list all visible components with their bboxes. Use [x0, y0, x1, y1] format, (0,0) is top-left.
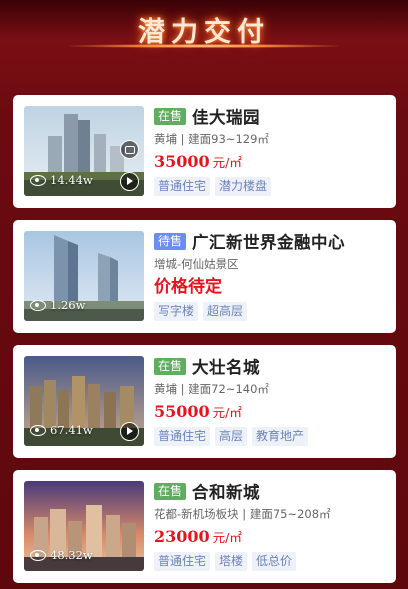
- status-badge: 在售: [154, 482, 187, 500]
- tag: 普通住宅: [154, 177, 211, 196]
- play-video-icon[interactable]: [120, 172, 139, 191]
- play-video-icon[interactable]: [120, 422, 139, 441]
- listing-photo[interactable]: 67.41w: [24, 356, 144, 446]
- listing-name[interactable]: 大壮名城: [192, 354, 260, 378]
- eye-icon: [30, 174, 46, 186]
- tag: 普通住宅: [154, 552, 211, 571]
- listing-photo[interactable]: 1.26w: [24, 231, 144, 321]
- status-badge: 待售: [154, 232, 187, 250]
- section-header: 潜力交付: [0, 0, 408, 58]
- tag: 教育地产: [252, 427, 309, 446]
- listing-name[interactable]: 广汇新世界金融中心: [192, 229, 345, 253]
- eye-icon: [30, 549, 46, 561]
- view-count: 14.44w: [30, 173, 93, 187]
- listing-price: 23000 元/㎡: [154, 527, 242, 546]
- status-badge: 在售: [154, 357, 187, 375]
- tag: 普通住宅: [154, 427, 211, 446]
- tag: 塔楼: [215, 552, 248, 571]
- tag: 潜力楼盘: [215, 177, 272, 196]
- tag: 高层: [215, 427, 248, 446]
- vr-icon[interactable]: [120, 140, 139, 159]
- listing-price: 35000 元/㎡: [154, 152, 242, 171]
- eye-icon: [30, 299, 46, 311]
- listing-card[interactable]: 14.44w 在售 佳大瑞园 黄埔 | 建面93~129㎡ 35000 元/㎡ 普…: [13, 95, 396, 208]
- eye-icon: [30, 424, 46, 436]
- listing-location: 黄埔 | 建面72~140㎡: [154, 382, 269, 396]
- listing-card[interactable]: 48.32w 在售 合和新城 花都-新机场板块 | 建面75~208㎡ 2300…: [13, 470, 396, 583]
- listing-name[interactable]: 合和新城: [192, 479, 260, 503]
- tag: 写字楼: [154, 302, 199, 321]
- tag: 超高层: [203, 302, 248, 321]
- listing-card[interactable]: 67.41w 在售 大壮名城 黄埔 | 建面72~140㎡ 55000 元/㎡ 普…: [13, 345, 396, 458]
- view-count: 48.32w: [30, 548, 93, 562]
- title-glow-divider: [70, 44, 338, 48]
- listing-photo[interactable]: 48.32w: [24, 481, 144, 571]
- listing-location: 增城-何仙姑景区: [154, 257, 239, 271]
- status-badge: 在售: [154, 107, 187, 125]
- section-title: 潜力交付: [138, 16, 270, 48]
- listing-location: 花都-新机场板块 | 建面75~208㎡: [154, 507, 331, 521]
- view-count: 1.26w: [30, 298, 85, 312]
- tag: 低总价: [252, 552, 297, 571]
- listing-price: 55000 元/㎡: [154, 402, 242, 421]
- view-count: 67.41w: [30, 423, 93, 437]
- listing-name[interactable]: 佳大瑞园: [192, 104, 260, 128]
- listing-price: 价格待定: [154, 277, 222, 297]
- listing-card[interactable]: 1.26w 待售 广汇新世界金融中心 增城-何仙姑景区 价格待定 写字楼 超高层: [13, 220, 396, 333]
- listing-location: 黄埔 | 建面93~129㎡: [154, 132, 269, 146]
- listing-photo[interactable]: 14.44w: [24, 106, 144, 196]
